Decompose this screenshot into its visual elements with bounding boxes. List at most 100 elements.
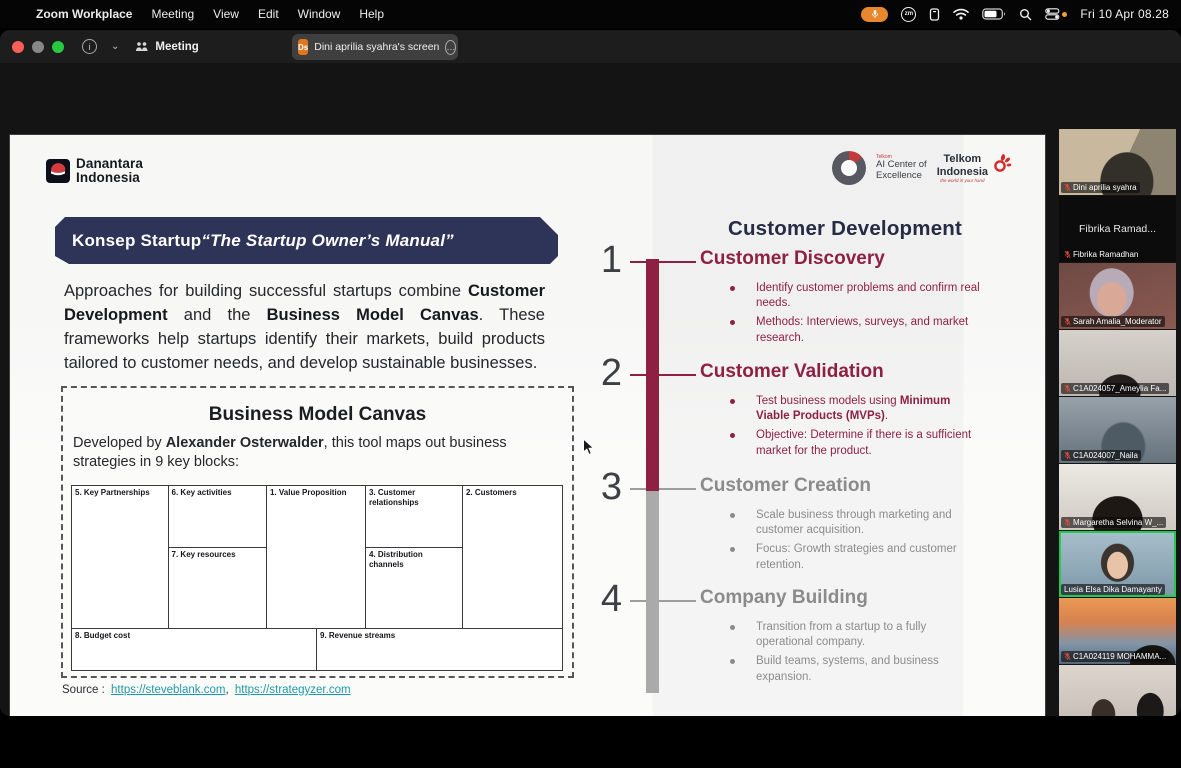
source-link-strategyzer[interactable]: https://strategyzer.com [235,684,351,696]
bullet: Scale business through marketing and cus… [716,508,984,538]
participant-tile-ameylia[interactable]: C1A024057_Ameylia Fa... [1059,330,1176,396]
more-options-icon[interactable]: … [445,40,456,55]
muted-mic-icon [1064,183,1071,192]
telkom-tagline: the world in your hand [937,178,988,183]
muted-mic-icon [1064,652,1071,661]
shared-screen-tab-label: Dini aprilia syahra's screen [314,41,439,53]
danantara-logo-line2: Indonesia [76,171,143,185]
participant-tile-lusia-active-speaker[interactable]: Lusia Elsa Dika Damayanty [1059,531,1176,597]
menu-window[interactable]: Window [298,7,341,21]
participant-tile-fibrika[interactable]: Fibrika Ramad... Fibrika Ramadhan [1059,196,1176,262]
zoom-meeting-window: i ⌄ Meeting Ds Dini aprilia syahra's scr… [0,30,1181,716]
bmc-cell-value-proposition: 1. Value Proposition [267,486,365,500]
danantara-logo: Danantara Indonesia [46,157,143,184]
section-company-building-heading: Company Building [700,587,868,609]
timeline-tick-2 [630,374,696,376]
source-label: Source : [62,684,105,696]
close-window-button[interactable] [12,41,24,53]
bullet: Objective: Determine if there is a suffi… [716,428,984,458]
bmc-description: Developed by Alexander Osterwalder, this… [73,434,562,471]
telkom-hand-icon [990,153,1012,175]
muted-mic-icon [1064,384,1071,393]
battery-icon[interactable] [982,8,1006,20]
bmc-cell-partnerships: 5. Key Partnerships [72,486,168,500]
section-customer-validation-bullets: Test business models using Minimum Viabl… [716,394,984,463]
bmc-cell-revenue: 9. Revenue streams [317,629,562,643]
danantara-logo-icon [46,159,70,183]
participant-tile-dini[interactable]: Dini aprilia syahra [1059,129,1176,195]
participants-icon [135,41,149,52]
timeline-tick-1 [630,261,696,263]
section-customer-validation-heading: Customer Validation [700,361,884,383]
timeline-number-4: 4 [588,580,622,618]
participant-name: Dini aprilia syahra [1073,183,1137,192]
timeline-tick-3 [630,488,696,490]
aicoe-burst-icon [832,151,866,185]
section-customer-creation-bullets: Scale business through marketing and cus… [716,508,984,577]
timeline-tick-4 [630,600,696,602]
menu-view[interactable]: View [213,7,239,21]
telkom-name1: Telkom [937,153,988,165]
bmc-canvas-grid: 5. Key Partnerships 6. Key activities 7.… [71,485,563,671]
menu-help[interactable]: Help [359,7,384,21]
section-customer-discovery-heading: Customer Discovery [700,248,885,270]
share-avatar: Ds [298,39,308,55]
source-link-steveblank[interactable]: https://steveblank.com [111,684,225,696]
participant-name: Margaretha Selvina W_... [1073,518,1163,527]
mouse-cursor [582,438,595,457]
minimize-window-button[interactable] [32,41,44,53]
bmc-cell-budget: 8. Budget cost [72,629,316,643]
section-customer-discovery-bullets: Identify customer problems and confirm r… [716,281,984,350]
menu-zoom-workplace[interactable]: Zoom Workplace [36,7,132,21]
muted-mic-icon [1064,451,1071,460]
search-icon[interactable] [1019,8,1032,21]
bmc-cell-channels: 4. Distribution channels [366,548,462,571]
participant-tile-mohamma[interactable]: C1A024119 MOHAMMA... [1059,598,1176,664]
zoom-menubar-icon[interactable]: zm [901,7,916,22]
bullet: Focus: Growth strategies and customer re… [716,542,984,572]
bullet: Methods: Interviews, surveys, and market… [716,315,984,345]
window-title-bar: i ⌄ Meeting Ds Dini aprilia syahra's scr… [0,30,1181,63]
wifi-icon[interactable] [953,8,969,20]
participant-name: C1A024119 MOHAMMA... [1073,652,1166,661]
meeting-content-area: Danantara Indonesia Telkom AI Center of … [0,63,1181,716]
bullet: Identify customer problems and confirm r… [716,281,984,311]
meeting-tab-label[interactable]: Meeting [155,41,198,53]
participant-name: C1A024007_Naila [1073,451,1138,460]
customer-development-title: Customer Development [630,217,1045,241]
participant-tile-sarah[interactable]: Sarah Amalia_Moderator [1059,263,1176,329]
bmc-cell-activities: 6. Key activities [169,486,266,500]
participant-tile-zafirah[interactable]: Zafirah Ikramiya [1059,665,1176,716]
control-center-icon[interactable] [1045,8,1067,20]
slide-title-italic: “The Startup Owner’s Manual” [201,231,453,251]
meeting-info-icon[interactable]: i [82,39,97,54]
menu-meeting[interactable]: Meeting [151,7,194,21]
telkom-name2: Indonesia [937,166,988,178]
timeline-number-3: 3 [588,468,622,506]
business-model-canvas-box: Business Model Canvas Developed by Alexa… [61,386,574,678]
bullet: Test business models using Minimum Viabl… [716,394,984,424]
muted-mic-icon [1064,518,1071,527]
bmc-cell-resources: 7. Key resources [169,548,266,562]
chevron-down-icon[interactable]: ⌄ [111,41,119,52]
source-line: Source : https://steveblank.com, https:/… [62,684,351,696]
menu-edit[interactable]: Edit [258,7,279,21]
bmc-title: Business Model Canvas [63,404,572,426]
slide-title-banner: Konsep Startup “The Startup Owner’s Manu… [55,217,558,264]
participant-name: C1A024057_Ameylia Fa... [1073,384,1166,393]
participant-tile-naila[interactable]: C1A024007_Naila [1059,397,1176,463]
app-window-icon[interactable] [929,8,940,21]
intro-paragraph: Approaches for building successful start… [64,279,545,375]
bmc-cell-customers: 2. Customers [463,486,562,500]
muted-mic-icon [1064,317,1071,326]
muted-mic-icon [1064,250,1071,259]
aicoe-line2: Excellence [876,171,927,181]
participant-name: Fibrika Ramadhan [1073,250,1138,259]
participant-tile-margaretha[interactable]: Margaretha Selvina W_... [1059,464,1176,530]
timeline-number-1: 1 [588,241,622,279]
fullscreen-window-button[interactable] [52,41,64,53]
mic-status-icon[interactable] [861,7,888,22]
shared-screen-tab[interactable]: Ds Dini aprilia syahra's screen … [292,34,458,60]
bullet: Transition from a startup to a fully ope… [716,620,984,650]
danantara-logo-line1: Danantara [76,157,143,171]
